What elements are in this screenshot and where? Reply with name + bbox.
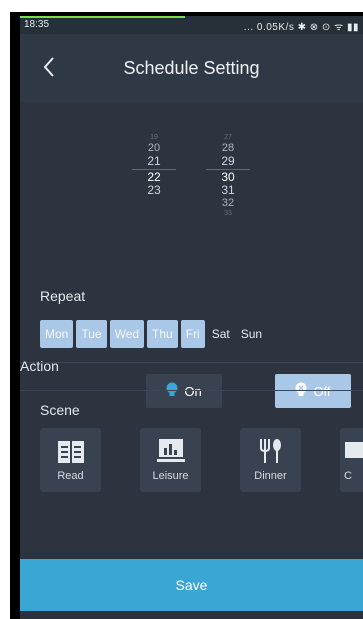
day-toggle-fri[interactable]: Fri xyxy=(180,320,205,348)
minute-option[interactable]: 27 xyxy=(206,134,250,142)
section-divider xyxy=(20,362,363,363)
action-on-button[interactable]: On xyxy=(146,374,222,408)
hour-option[interactable]: 21 xyxy=(132,155,176,168)
scene-leisure-label: Leisure xyxy=(152,470,189,482)
minute-option[interactable]: 29 xyxy=(206,155,250,168)
book-icon xyxy=(40,428,101,464)
bottom-strip xyxy=(20,611,363,619)
status-time: 18:35 xyxy=(24,19,50,30)
hour-option[interactable]: 23 xyxy=(132,184,176,197)
scene-dinner-label: Dinner xyxy=(254,470,287,482)
minute-option[interactable]: 31 xyxy=(206,184,250,197)
scene-read[interactable]: Read xyxy=(40,428,101,492)
action-off-button[interactable]: Off xyxy=(275,374,351,408)
app-screen: 18:35 ... 0.05K/s ✱ ⊗ ⊙ ᯤ ▮▮ Schedule Se… xyxy=(20,16,363,619)
minute-option[interactable]: 32 xyxy=(206,197,250,210)
minute-option[interactable]: 33 xyxy=(206,210,250,218)
status-bar: 18:35 ... 0.05K/s ✱ ⊗ ⊙ ᯤ ▮▮ xyxy=(20,16,363,34)
scene-dinner[interactable]: Dinner xyxy=(240,428,301,492)
repeat-label: Repeat xyxy=(40,288,86,304)
day-toggle-sun[interactable]: Sun xyxy=(237,320,266,348)
scene-label: Scene xyxy=(40,402,80,418)
bulb-off-icon xyxy=(295,382,307,401)
day-toggle-wed[interactable]: Wed xyxy=(109,320,145,348)
scene-partial[interactable]: C xyxy=(340,428,363,492)
app-bar: Schedule Setting xyxy=(20,34,363,102)
minute-picker[interactable]: 27 28 29 30 31 32 33 xyxy=(206,134,250,218)
page-title: Schedule Setting xyxy=(123,58,260,78)
repeat-days: Mon Tue Wed Thu Fri Sat Sun xyxy=(40,320,269,348)
hour-picker[interactable]: 19 20 21 22 23 xyxy=(132,134,176,197)
section-divider xyxy=(20,390,363,391)
scene-partial-icon xyxy=(340,428,363,464)
status-network: ... 0.05K/s ✱ ⊗ ⊙ ᯤ ▮▮ xyxy=(243,22,359,33)
action-off-label: Off xyxy=(313,383,331,399)
dinner-icon xyxy=(240,428,301,464)
day-toggle-mon[interactable]: Mon xyxy=(40,320,74,348)
scene-leisure[interactable]: Leisure xyxy=(140,428,201,492)
scene-read-label: Read xyxy=(57,470,84,482)
action-label: Action xyxy=(20,358,59,374)
hour-option[interactable]: 19 xyxy=(132,134,176,142)
day-toggle-thu[interactable]: Thu xyxy=(147,320,178,348)
day-toggle-tue[interactable]: Tue xyxy=(76,320,107,348)
bulb-on-icon xyxy=(166,382,178,401)
scene-partial-label: C xyxy=(344,470,352,482)
leisure-icon xyxy=(140,428,201,464)
status-progress xyxy=(20,16,185,18)
day-toggle-sat[interactable]: Sat xyxy=(208,320,234,348)
action-on-label: On xyxy=(184,383,202,399)
save-button[interactable]: Save xyxy=(20,559,363,611)
